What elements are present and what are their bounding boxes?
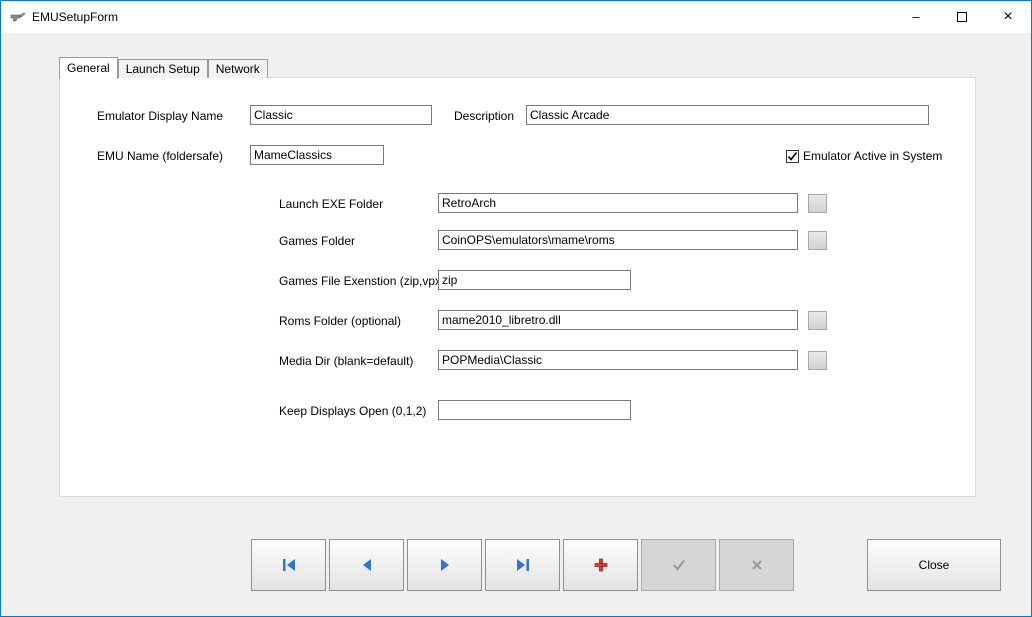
tab-general[interactable]: General: [59, 57, 118, 79]
roms-folder-browse-button[interactable]: [808, 311, 827, 330]
description-label: Description: [454, 109, 514, 123]
nav-add-button[interactable]: [563, 539, 638, 591]
nav-last-button[interactable]: [485, 539, 560, 591]
close-window-button[interactable]: ×: [985, 1, 1031, 32]
roms-folder-input[interactable]: [438, 310, 798, 330]
roms-folder-label: Roms Folder (optional): [279, 314, 401, 328]
tabpage-general: Emulator Display Name Description EMU Na…: [59, 77, 976, 497]
media-dir-browse-button[interactable]: [808, 351, 827, 370]
emu-setup-window: EMUSetupForm – × General Launch Setup Ne…: [0, 0, 1032, 617]
app-icon: [10, 9, 26, 25]
nav-previous-button[interactable]: [329, 539, 404, 591]
window-title: EMUSetupForm: [32, 10, 118, 24]
games-ext-input[interactable]: [438, 270, 631, 290]
emulator-active-checkbox[interactable]: Emulator Active in System: [786, 149, 942, 163]
media-dir-input[interactable]: [438, 350, 798, 370]
nav-cancel-button[interactable]: [719, 539, 794, 591]
nav-accept-button[interactable]: [641, 539, 716, 591]
keep-displays-input[interactable]: [438, 400, 631, 420]
description-input[interactable]: [526, 105, 929, 125]
emulator-active-label: Emulator Active in System: [803, 149, 942, 163]
games-folder-input[interactable]: [438, 230, 798, 250]
media-dir-label: Media Dir (blank=default): [279, 354, 413, 368]
checkbox-check-icon: [787, 151, 798, 162]
tab-network[interactable]: Network: [208, 59, 268, 78]
tab-strip: General Launch Setup Network: [59, 57, 268, 78]
maximize-icon: [957, 12, 967, 22]
nav-last-icon: [515, 558, 531, 572]
launch-exe-input[interactable]: [438, 193, 798, 213]
display-name-input[interactable]: [250, 105, 432, 125]
launch-exe-browse-button[interactable]: [808, 194, 827, 213]
close-icon: ×: [1003, 8, 1012, 26]
close-button[interactable]: Close: [867, 539, 1001, 591]
nav-next-button[interactable]: [407, 539, 482, 591]
minimize-icon: –: [912, 9, 919, 24]
close-button-label: Close: [919, 558, 950, 572]
nav-next-icon: [439, 558, 451, 572]
tab-launch-setup[interactable]: Launch Setup: [118, 59, 208, 78]
add-plus-icon: [594, 558, 608, 572]
nav-first-button[interactable]: [251, 539, 326, 591]
cancel-x-icon: [751, 559, 763, 571]
nav-previous-icon: [361, 558, 373, 572]
launch-exe-label: Launch EXE Folder: [279, 197, 383, 211]
maximize-button[interactable]: [939, 1, 985, 32]
games-ext-label: Games File Exenstion (zip,vpx): [279, 274, 445, 288]
games-folder-label: Games Folder: [279, 234, 355, 248]
accept-check-icon: [672, 559, 686, 571]
emu-name-label: EMU Name (foldersafe): [97, 149, 223, 163]
titlebar: EMUSetupForm – ×: [1, 1, 1031, 33]
games-folder-browse-button[interactable]: [808, 231, 827, 250]
display-name-label: Emulator Display Name: [97, 109, 223, 123]
nav-first-icon: [281, 558, 297, 572]
checkbox-box: [786, 150, 799, 163]
emu-name-input[interactable]: [250, 145, 384, 165]
keep-displays-label: Keep Displays Open (0,1,2): [279, 404, 426, 418]
minimize-button[interactable]: –: [893, 1, 939, 32]
